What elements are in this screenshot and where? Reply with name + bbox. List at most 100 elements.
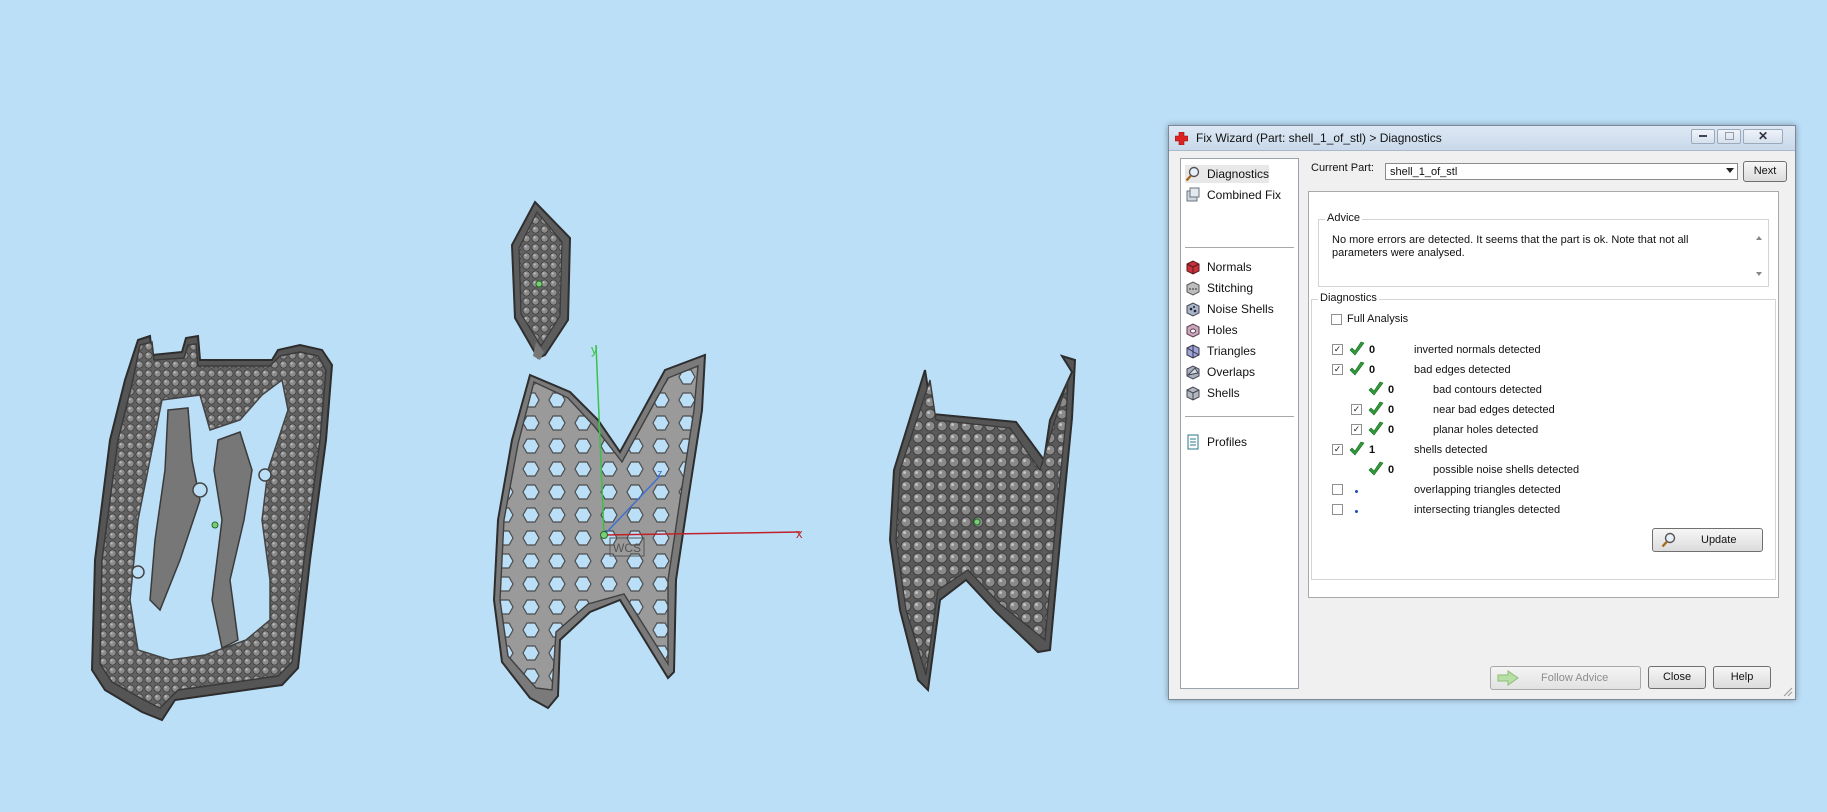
diagnostic-row: ✓ 0 inverted normals detected (1312, 341, 1752, 359)
diagnostic-row: ✓ 0 planar holes detected (1312, 421, 1752, 439)
diagnostic-checkbox[interactable]: ✓ (1332, 344, 1343, 355)
not-analysed-dot-icon (1355, 490, 1358, 493)
follow-advice-label: Follow Advice (1541, 672, 1609, 684)
fix-wizard-dialog: Fix Wizard (Part: shell_1_of_stl) > Diag… (1168, 125, 1796, 700)
noise-shells-icon (1185, 301, 1202, 317)
combined-fix-icon (1185, 187, 1202, 203)
full-analysis-checkbox[interactable] (1331, 314, 1342, 325)
nav-item-noise-shells[interactable]: Noise Shells (1185, 300, 1274, 318)
check-icon (1349, 341, 1365, 357)
diagnostic-checkbox[interactable]: ✓ (1332, 444, 1343, 455)
nav-item-label: Stitching (1207, 281, 1254, 295)
magnifier-icon (1661, 532, 1676, 548)
close-button[interactable]: Close (1648, 666, 1706, 689)
nav-item-label: Combined Fix (1207, 188, 1282, 202)
nav-item-holes[interactable]: Holes (1185, 321, 1238, 339)
model-honeycomb-n[interactable] (492, 353, 707, 710)
diagnostic-checkbox[interactable]: ✓ (1351, 404, 1362, 415)
diagnostic-label: inverted normals detected (1414, 344, 1541, 356)
scroll-down-icon (1756, 272, 1762, 276)
nav-item-shells[interactable]: Shells (1185, 384, 1240, 402)
nav-item-label: Profiles (1207, 435, 1248, 449)
dialog-titlebar[interactable]: Fix Wizard (Part: shell_1_of_stl) > Diag… (1169, 126, 1795, 151)
advice-scrollbar[interactable] (1753, 233, 1765, 279)
maximize-button[interactable] (1717, 129, 1741, 144)
diagnostic-count: 0 (1388, 464, 1395, 476)
diagnostic-row: intersecting triangles detected (1312, 503, 1752, 519)
diagnostic-row: 0 bad contours detected (1312, 381, 1752, 399)
wcs-label: WCS (613, 541, 641, 555)
diagnostic-checkbox[interactable]: ✓ (1351, 424, 1362, 435)
diagnostic-checkbox[interactable]: ✓ (1332, 364, 1343, 375)
nav-item-diagnostics[interactable]: Diagnostics (1185, 165, 1270, 183)
stitching-icon (1185, 280, 1202, 296)
diagnostic-label: bad contours detected (1433, 384, 1542, 396)
diagnostics-title: Diagnostics (1318, 292, 1379, 304)
update-label: Update (1701, 534, 1737, 546)
normals-icon (1185, 259, 1202, 275)
nav-item-stitching[interactable]: Stitching (1185, 279, 1253, 297)
diagnostic-count: 0 (1369, 364, 1376, 376)
axis-x-label: x (796, 526, 803, 541)
advice-group: Advice No more errors are detected. It s… (1318, 212, 1769, 287)
model-bail[interactable] (510, 200, 572, 360)
nav-item-triangles[interactable]: Triangles (1185, 342, 1256, 360)
profiles-icon (1185, 434, 1202, 450)
nav-separator (1185, 416, 1294, 417)
current-part-label: Current Part: (1311, 162, 1374, 174)
triangles-icon (1185, 343, 1202, 359)
nav-item-label: Holes (1207, 323, 1238, 337)
diagnostic-label: near bad edges detected (1433, 404, 1555, 416)
check-icon (1368, 381, 1384, 397)
check-icon (1368, 421, 1384, 437)
diagnostic-row: overlapping triangles detected (1312, 483, 1752, 499)
current-part-select[interactable]: shell_1_of_stl (1385, 163, 1738, 180)
check-icon (1349, 441, 1365, 457)
diagnostic-label: overlapping triangles detected (1414, 484, 1561, 496)
diagnostics-panel: Advice No more errors are detected. It s… (1308, 191, 1779, 598)
full-analysis-label: Full Analysis (1347, 313, 1409, 325)
diagnostic-label: possible noise shells detected (1433, 464, 1580, 476)
diagnostic-checkbox[interactable] (1332, 484, 1343, 495)
diagnostic-row: ✓ 1 shells detected (1312, 441, 1752, 459)
diagnostic-count: 0 (1388, 384, 1395, 396)
nav-item-label: Noise Shells (1207, 302, 1274, 316)
nav-item-label: Overlaps (1207, 365, 1256, 379)
help-button[interactable]: Help (1713, 666, 1771, 689)
current-part-value: shell_1_of_stl (1390, 166, 1458, 178)
arrow-right-icon (1497, 670, 1519, 686)
check-icon (1368, 461, 1384, 477)
follow-advice-button[interactable]: Follow Advice (1490, 666, 1641, 690)
red-cross-icon (1175, 132, 1188, 145)
nav-separator (1185, 247, 1294, 248)
shells-icon (1185, 385, 1202, 401)
diagnostic-label: bad edges detected (1414, 364, 1511, 376)
diagnostic-row: ✓ 0 near bad edges detected (1312, 401, 1752, 419)
nav-item-label: Triangles (1207, 344, 1256, 358)
nav-item-combined-fix[interactable]: Combined Fix (1185, 186, 1281, 204)
maximize-icon (1724, 132, 1734, 141)
next-button[interactable]: Next (1743, 161, 1787, 182)
model-bead-n[interactable] (888, 354, 1077, 693)
nav-item-label: Normals (1207, 260, 1252, 274)
minimize-icon (1699, 135, 1707, 138)
nav-item-profiles[interactable]: Profiles (1185, 433, 1247, 451)
nav-item-overlaps[interactable]: Overlaps (1185, 363, 1255, 381)
model-pave-n[interactable] (90, 334, 334, 722)
close-window-button[interactable]: ✕ (1743, 129, 1783, 144)
dialog-title: Fix Wizard (Part: shell_1_of_stl) > Diag… (1196, 131, 1442, 145)
diagnostic-checkbox[interactable] (1332, 504, 1343, 515)
overlaps-icon (1185, 364, 1202, 380)
nav-item-normals[interactable]: Normals (1185, 258, 1252, 276)
chevron-down-icon (1726, 168, 1734, 173)
diagnostic-count: 1 (1369, 444, 1376, 456)
check-icon (1368, 401, 1384, 417)
axis-z-label: z (657, 468, 663, 480)
resize-grip-icon[interactable] (1783, 687, 1793, 697)
nav-item-label: Diagnostics (1207, 167, 1270, 181)
advice-text: No more errors are detected. It seems th… (1332, 234, 1689, 259)
minimize-button[interactable] (1691, 129, 1715, 144)
diagnostic-row: ✓ 0 bad edges detected (1312, 361, 1752, 379)
update-button[interactable]: Update (1652, 528, 1763, 552)
diagnostic-label: planar holes detected (1433, 424, 1539, 436)
